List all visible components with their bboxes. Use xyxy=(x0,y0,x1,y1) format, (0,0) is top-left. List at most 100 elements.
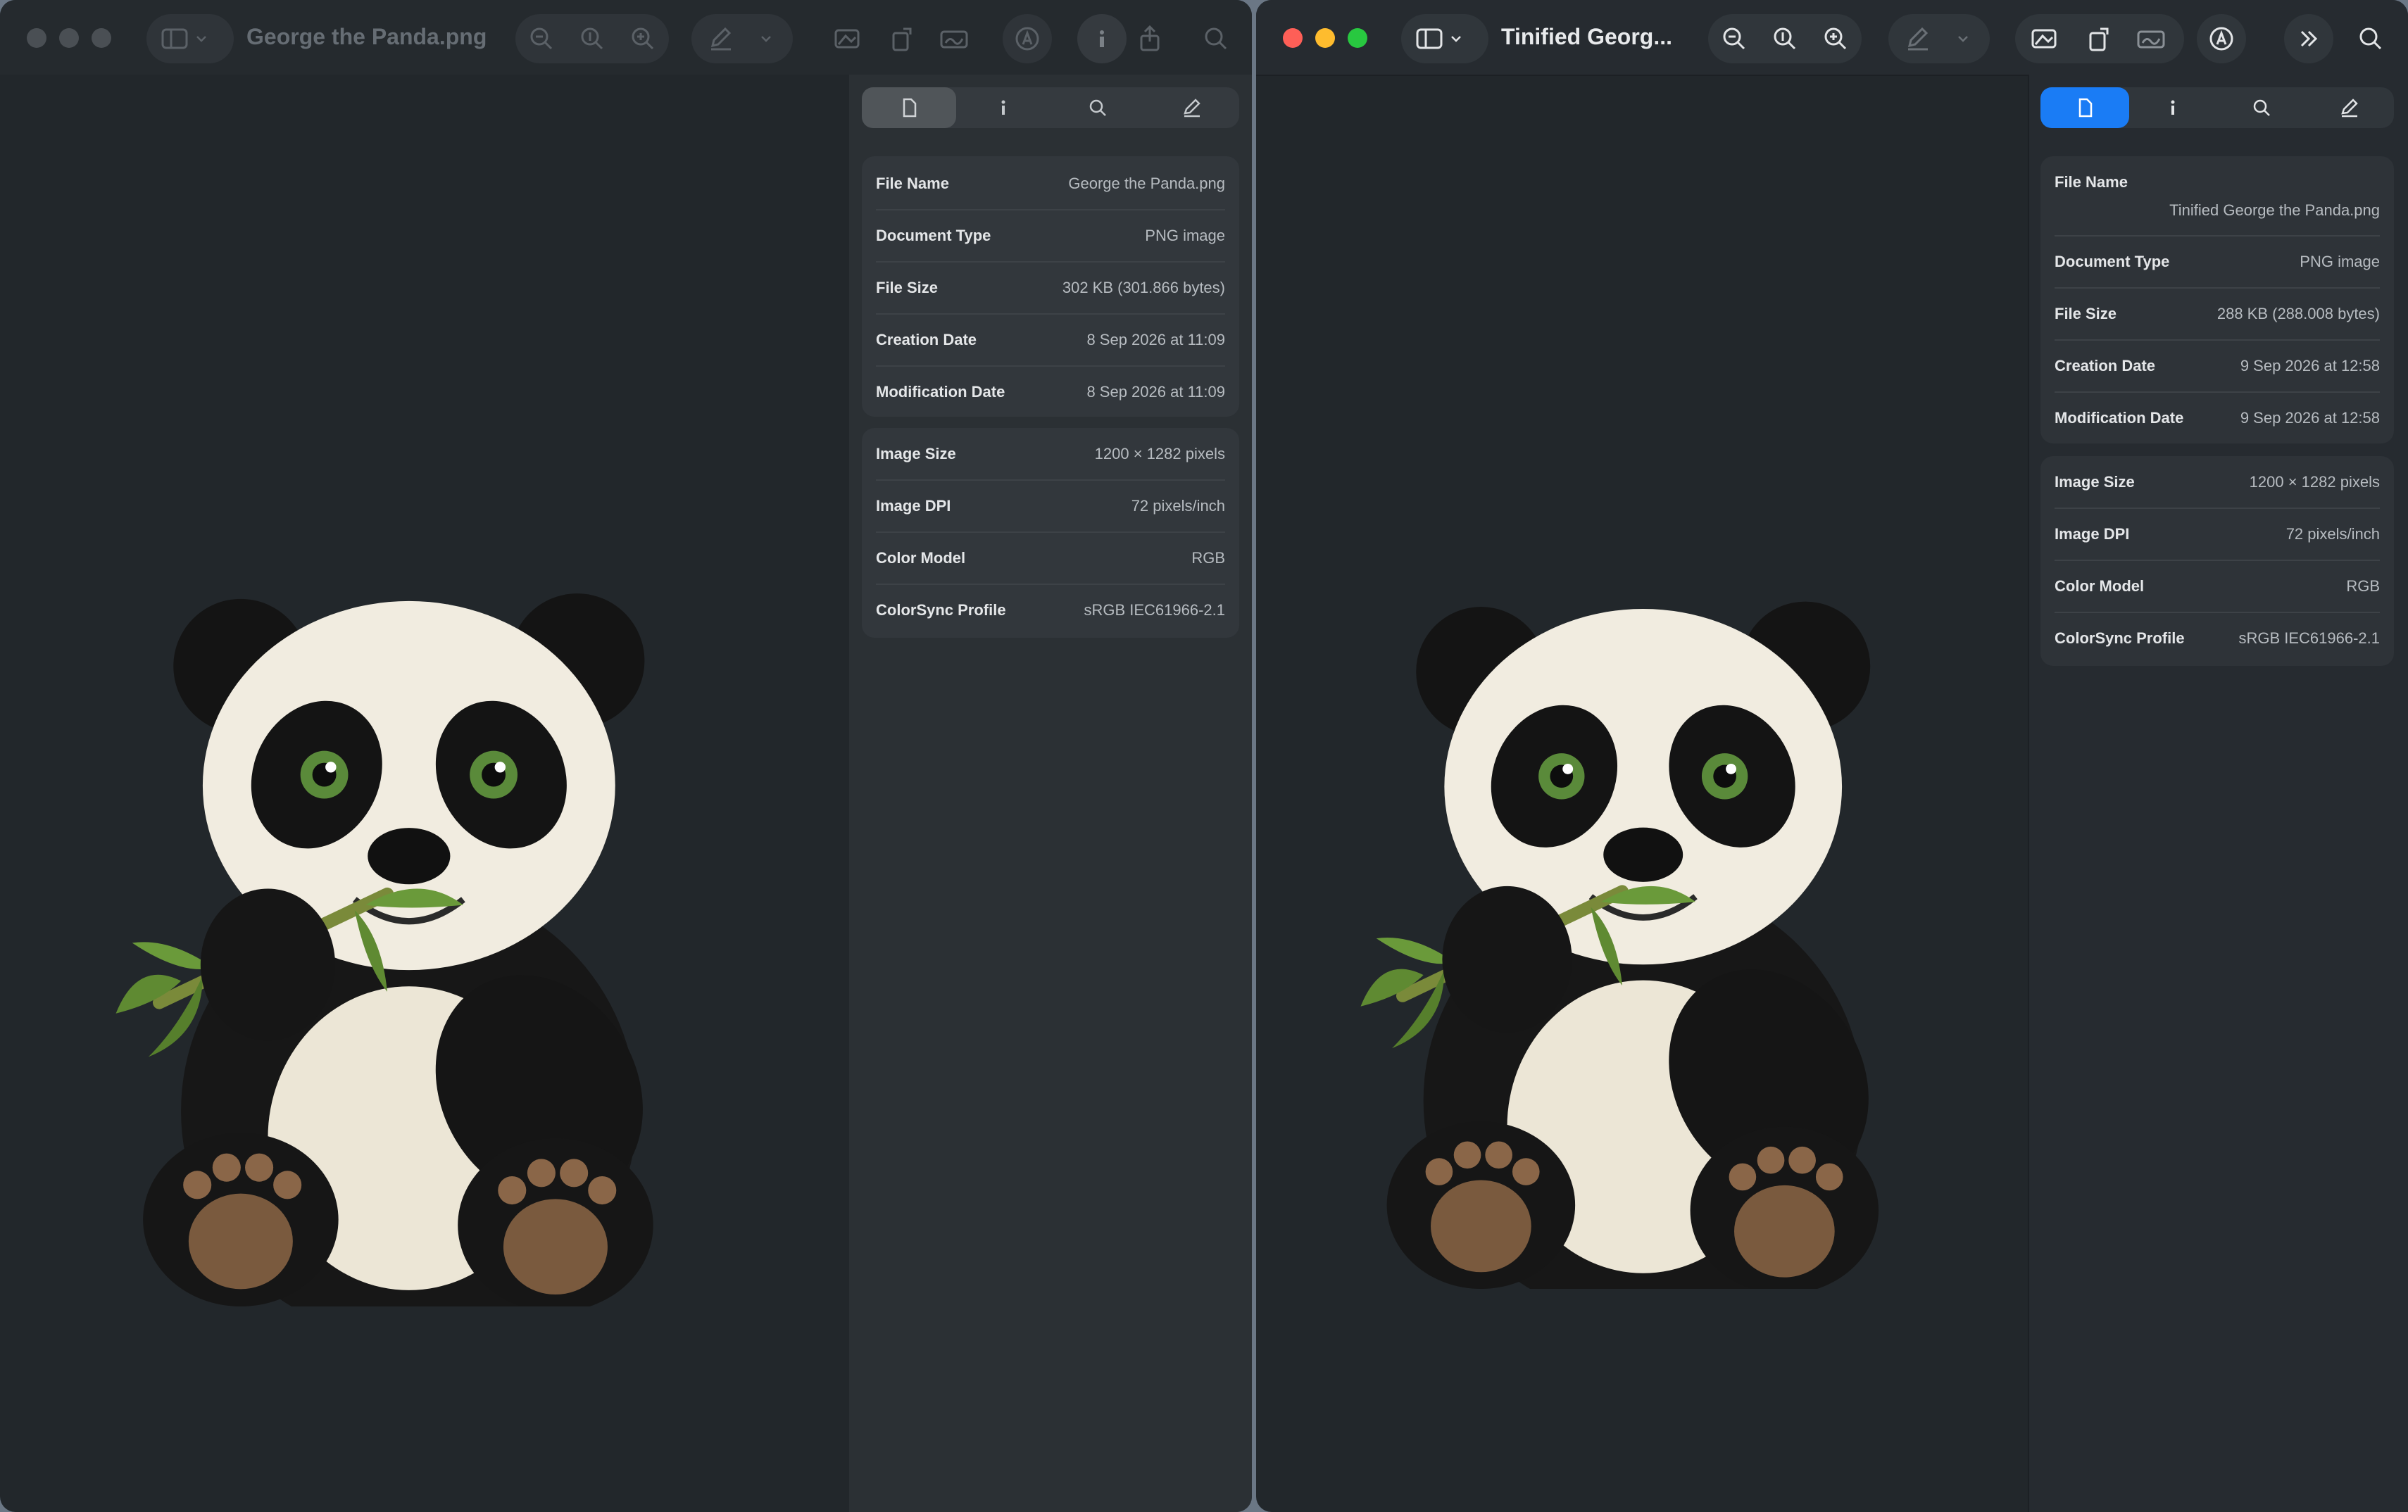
info-label: Modification Date xyxy=(876,383,1005,401)
rotate-icon[interactable] xyxy=(877,14,927,63)
pencil-icon xyxy=(1184,99,1200,118)
info-label: Creation Date xyxy=(2055,357,2156,374)
sidebar-toggle-button[interactable] xyxy=(1401,14,1488,63)
tab-general[interactable] xyxy=(862,87,956,128)
tab-more-info[interactable] xyxy=(956,87,1051,128)
info-row: Image DPI 72 pixels/inch xyxy=(2055,509,2380,561)
right-file-info-card: File Name Tinified George the Panda.png D… xyxy=(2040,156,2394,443)
left-inspector-tabs xyxy=(862,87,1239,128)
info-row: File Size 302 KB (301.866 bytes) xyxy=(876,263,1225,315)
info-value: PNG image xyxy=(1145,227,1225,244)
window-title: Tinified Georg... xyxy=(1501,24,1672,49)
tab-annotations[interactable] xyxy=(1145,87,1239,128)
adjust-color-icon[interactable] xyxy=(2019,14,2069,63)
info-value: 9 Sep 2026 at 12:58 xyxy=(2240,357,2380,374)
info-label: ColorSync Profile xyxy=(876,601,1006,619)
tab-more-info[interactable] xyxy=(2129,87,2218,128)
info-label: Document Type xyxy=(876,227,991,244)
info-value: sRGB IEC61966-2.1 xyxy=(2238,629,2380,647)
search-icon[interactable] xyxy=(1191,14,1241,63)
info-label: ColorSync Profile xyxy=(2055,629,2185,647)
tab-annotations[interactable] xyxy=(2306,87,2395,128)
info-row: Creation Date 8 Sep 2026 at 11:09 xyxy=(876,315,1225,367)
annotate-icon[interactable] xyxy=(1003,14,1052,63)
close-button[interactable] xyxy=(1283,28,1303,48)
edit-tools-group xyxy=(2015,14,2184,63)
chevron-down-icon xyxy=(1958,36,1968,42)
info-row: Creation Date 9 Sep 2026 at 12:58 xyxy=(2055,341,2380,393)
info-row: Image Size 1200 × 1282 pixels xyxy=(876,429,1225,481)
right-image-info-card: Image Size 1200 × 1282 pixels Image DPI 72… xyxy=(2040,456,2394,666)
info-value: 9 Sep 2026 at 12:58 xyxy=(2240,409,2380,427)
right-toolbar: Tinified Georg... xyxy=(1256,0,2408,76)
info-label: Document Type xyxy=(2055,253,2170,270)
chevron-down-icon xyxy=(196,36,206,42)
left-image-canvas xyxy=(0,75,849,1512)
info-value: RGB xyxy=(2346,577,2380,595)
adjust-color-icon[interactable] xyxy=(822,14,872,63)
more-tools-icon[interactable] xyxy=(2284,14,2333,63)
info-label: Image Size xyxy=(2055,473,2135,491)
info-value: sRGB IEC61966-2.1 xyxy=(1084,601,1225,619)
pencil-icon xyxy=(710,27,732,51)
zoom-button[interactable] xyxy=(92,28,111,48)
markup-button[interactable] xyxy=(691,14,793,63)
info-row: File Name Tinified George the Panda.png xyxy=(2055,158,2380,237)
info-label: Image DPI xyxy=(876,497,951,515)
markup-button[interactable] xyxy=(1888,14,1990,63)
info-row: File Name George the Panda.png xyxy=(876,158,1225,210)
share-icon[interactable] xyxy=(1125,14,1174,63)
info-label: Creation Date xyxy=(876,331,977,348)
minimize-button[interactable] xyxy=(59,28,79,48)
sidebar-toggle-button[interactable] xyxy=(146,14,234,63)
document-icon xyxy=(2078,98,2092,118)
zoom-out-icon[interactable] xyxy=(1710,14,1759,63)
info-icon[interactable] xyxy=(1077,14,1127,63)
info-row: Color Model RGB xyxy=(2055,561,2380,613)
tab-search[interactable] xyxy=(2217,87,2306,128)
info-row: ColorSync Profile sRGB IEC61966-2.1 xyxy=(876,585,1225,636)
info-value: 72 pixels/inch xyxy=(1131,497,1225,515)
signature-icon[interactable] xyxy=(2126,14,2176,63)
info-value: 1200 × 1282 pixels xyxy=(2249,473,2380,491)
search-icon[interactable] xyxy=(2346,14,2395,63)
sidebar-icon xyxy=(161,28,188,49)
pencil-icon xyxy=(1907,27,1929,51)
zoom-in-icon[interactable] xyxy=(618,14,667,63)
search-icon xyxy=(2253,99,2270,116)
search-icon xyxy=(1089,99,1106,116)
rotate-icon[interactable] xyxy=(2074,14,2124,63)
chevron-down-icon xyxy=(761,36,771,42)
info-icon xyxy=(1001,100,1005,115)
info-row: ColorSync Profile sRGB IEC61966-2.1 xyxy=(2055,613,2380,664)
info-row: File Size 288 KB (288.008 bytes) xyxy=(2055,289,2380,341)
info-row: Color Model RGB xyxy=(876,533,1225,585)
pencil-icon xyxy=(2341,99,2359,118)
left-toolbar: George the Panda.png xyxy=(0,0,1252,75)
tab-search[interactable] xyxy=(1051,87,1145,128)
info-label: Image DPI xyxy=(2055,525,2130,543)
info-row: Modification Date 9 Sep 2026 at 12:58 xyxy=(2055,393,2380,443)
actual-size-icon[interactable] xyxy=(1760,14,1810,63)
info-label: File Name xyxy=(2055,173,2128,191)
close-button[interactable] xyxy=(27,28,46,48)
info-row: Document Type PNG image xyxy=(2055,237,2380,289)
window-title: George the Panda.png xyxy=(246,24,487,49)
info-value: PNG image xyxy=(2300,253,2380,270)
zoom-out-icon[interactable] xyxy=(517,14,566,63)
info-value: George the Panda.png xyxy=(1068,175,1225,192)
right-inspector-tabs xyxy=(2040,87,2394,128)
info-value: RGB xyxy=(1191,549,1225,567)
panda-image xyxy=(42,525,732,1306)
annotate-icon[interactable] xyxy=(2197,14,2246,63)
tab-general[interactable] xyxy=(2040,87,2129,128)
signature-icon[interactable] xyxy=(929,14,979,63)
zoom-button[interactable] xyxy=(1348,28,1367,48)
info-label: File Size xyxy=(2055,305,2117,322)
info-row: Image Size 1200 × 1282 pixels xyxy=(2055,457,2380,509)
zoom-controls xyxy=(515,14,669,63)
actual-size-icon[interactable] xyxy=(567,14,617,63)
zoom-in-icon[interactable] xyxy=(1811,14,1860,63)
minimize-button[interactable] xyxy=(1315,28,1335,48)
left-image-info-card: Image Size 1200 × 1282 pixels Image DPI 72… xyxy=(862,428,1239,638)
